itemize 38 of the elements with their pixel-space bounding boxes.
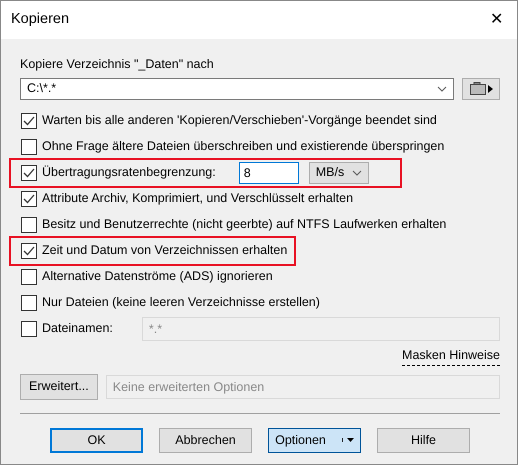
window-title: Kopieren bbox=[11, 10, 70, 30]
checkbox[interactable] bbox=[21, 268, 37, 285]
dialog-button[interactable]: Hilfe bbox=[377, 428, 470, 452]
checkbox[interactable] bbox=[21, 242, 37, 259]
option-label[interactable]: Zeit und Datum von Verzeichnissen erhalten bbox=[42, 241, 288, 260]
checkbox[interactable] bbox=[21, 138, 37, 155]
dropdown-caret-icon bbox=[352, 170, 362, 176]
option-label[interactable]: Warten bis alle anderen 'Kopieren/Verschieben'-Vorgänge beendet sind bbox=[42, 111, 437, 130]
split-button[interactable]: Optionen bbox=[268, 428, 361, 452]
close-button[interactable]: ✕ bbox=[486, 10, 507, 30]
option-label[interactable]: Attribute Archiv, Komprimiert, und Verschlüsselt erhalten bbox=[42, 189, 354, 208]
dropdown-caret-icon bbox=[437, 86, 447, 92]
path-combobox[interactable]: C:\*.* bbox=[20, 78, 454, 100]
option-label[interactable]: Ohne Frage ältere Dateien überschreiben und existierende überspringen bbox=[42, 137, 444, 156]
dialog-button[interactable]: Abbrechen bbox=[159, 428, 252, 452]
checkbox[interactable] bbox=[21, 190, 37, 207]
mask-hints-link[interactable]: Masken Hinweise bbox=[402, 346, 500, 366]
checkbox[interactable] bbox=[21, 164, 37, 181]
right-arrow-icon bbox=[488, 84, 492, 93]
option-label[interactable]: Besitz und Benutzerrechte (nicht geerbte) auf NTFS Laufwerken erhalten bbox=[42, 215, 446, 234]
dialog-button[interactable]: OK bbox=[50, 428, 143, 452]
option-label[interactable]: Übertragungsratenbegrenzung: bbox=[42, 163, 216, 182]
option-label[interactable]: Nur Dateien (keine leeren Verzeichnisse erstellen) bbox=[42, 293, 320, 312]
target-label: Kopiere Verzeichnis "_Daten" nach bbox=[20, 56, 215, 73]
checkbox[interactable] bbox=[21, 320, 37, 337]
folder-icon bbox=[470, 82, 486, 96]
option-label[interactable]: Alternative Datenströme (ADS) ignorieren bbox=[42, 267, 273, 286]
unit-dropdown[interactable]: MB/s bbox=[308, 162, 369, 184]
advanced-options-field[interactable]: Keine erweiterten Optionen bbox=[106, 374, 500, 398]
advanced-button[interactable]: Erweitert... bbox=[20, 374, 98, 400]
checkbox[interactable] bbox=[21, 294, 37, 311]
checkbox[interactable] bbox=[21, 112, 37, 129]
rate-input[interactable]: 8 bbox=[238, 162, 299, 184]
checkbox[interactable] bbox=[21, 216, 37, 233]
option-label[interactable]: Dateinamen: bbox=[42, 319, 113, 338]
filename-field[interactable]: *.* bbox=[142, 316, 500, 341]
dropdown-caret-icon bbox=[342, 438, 354, 442]
folder-browse-button[interactable] bbox=[462, 78, 500, 100]
